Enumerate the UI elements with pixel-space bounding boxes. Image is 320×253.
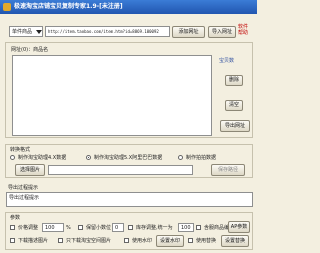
only-download-images-checkbox[interactable] bbox=[58, 238, 63, 243]
keep-decimal-checkbox[interactable] bbox=[78, 225, 83, 230]
stock-adjust-value: 100 bbox=[181, 225, 191, 231]
convert-format-panel: 转换格式 制作淘宝助理4.X数据 制作淘宝助理5.X阿里巴巴数据 制作拍拍数据 … bbox=[5, 144, 253, 178]
item-type-select[interactable]: 单件商品 bbox=[9, 26, 43, 37]
window-title: 极速淘宝店铺宝贝复制专家1.9-[未注册] bbox=[14, 3, 123, 10]
delete-button[interactable]: 删除 bbox=[225, 75, 243, 86]
export-log-label: 导出过程提示 bbox=[8, 185, 39, 191]
url-input[interactable]: http://item.taobao.com/item.htm?id=8869.… bbox=[45, 26, 170, 37]
price-adjust-checkbox[interactable] bbox=[10, 225, 15, 230]
url-list[interactable] bbox=[12, 55, 212, 136]
set-watermark-button[interactable]: 设置水印 bbox=[156, 235, 184, 247]
download-images-label: 下载描述图片 bbox=[18, 238, 49, 244]
convert-option-taobao4-label: 制作淘宝助理4.X数据 bbox=[18, 155, 67, 161]
use-replace-label: 使用替换 bbox=[196, 238, 217, 244]
export-url-button[interactable]: 导出网址 bbox=[220, 120, 250, 132]
stock-adjust-checkbox[interactable] bbox=[128, 225, 133, 230]
item-type-select-value: 单件商品 bbox=[12, 29, 33, 35]
percent-label: % bbox=[66, 225, 71, 231]
stock-adjust-label: 库存调整,统一为 bbox=[136, 225, 173, 231]
use-watermark-checkbox[interactable] bbox=[124, 238, 129, 243]
only-download-images-label: 只下载淘宝空间图片 bbox=[66, 238, 112, 244]
baby-count-label: 宝贝数 bbox=[219, 58, 235, 64]
price-adjust-value: 100 bbox=[45, 225, 55, 231]
params-label: 参数 bbox=[10, 215, 21, 221]
app-icon bbox=[3, 3, 11, 11]
url-list-header: 网址(0)：商品名 bbox=[11, 47, 49, 53]
convert-option-paipai-radio[interactable] bbox=[178, 155, 183, 160]
ap-params-button[interactable]: AP参数 bbox=[228, 221, 250, 233]
title-bar: 极速淘宝店铺宝贝复制专家1.9-[未注册] bbox=[0, 0, 257, 14]
price-adjust-input[interactable]: 100 bbox=[42, 223, 64, 232]
stock-adjust-input[interactable]: 100 bbox=[178, 223, 194, 232]
price-adjust-label: 价格调整 bbox=[18, 225, 39, 231]
url-list-panel: 网址(0)：商品名 宝贝数 删除 清空 导出网址 bbox=[5, 42, 253, 138]
keep-decimal-value: 0 bbox=[115, 225, 119, 231]
params-panel: 参数 价格调整 100 % 保留小数位 0 库存调整,统一为 100 含服商品编… bbox=[5, 212, 253, 250]
convert-format-label: 转换格式 bbox=[10, 147, 31, 153]
download-images-checkbox[interactable] bbox=[10, 238, 15, 243]
contains-product-code-checkbox[interactable] bbox=[196, 225, 201, 230]
app-window: 极速淘宝店铺宝贝复制专家1.9-[未注册] 单件商品 http://item.t… bbox=[0, 0, 257, 253]
import-url-button[interactable]: 导入网址 bbox=[208, 26, 236, 38]
convert-option-taobao4-radio[interactable] bbox=[10, 155, 15, 160]
clear-button[interactable]: 清空 bbox=[225, 100, 243, 111]
software-help-label: 软件帮助 bbox=[238, 24, 249, 36]
use-watermark-label: 使用水印 bbox=[132, 238, 153, 244]
convert-option-paipai-label: 制作拍拍数据 bbox=[186, 155, 217, 161]
url-input-value: http://item.taobao.com/item.htm?id=8869.… bbox=[48, 29, 159, 34]
software-help-link[interactable]: 软件帮助 bbox=[238, 24, 252, 36]
set-replace-button[interactable]: 设置替换 bbox=[221, 235, 249, 247]
save-path-input[interactable] bbox=[48, 165, 193, 175]
select-images-button[interactable]: 选择图片 bbox=[15, 164, 45, 176]
save-path-button[interactable]: 保存路径 bbox=[211, 164, 245, 176]
export-log-box: 导出过程提示 bbox=[6, 192, 253, 207]
export-log-line: 导出过程提示 bbox=[9, 195, 40, 201]
convert-option-taobao5-label: 制作淘宝助理5.X阿里巴巴数据 bbox=[94, 155, 163, 161]
keep-decimal-label: 保留小数位 bbox=[86, 225, 112, 231]
convert-option-taobao5-radio[interactable] bbox=[86, 155, 91, 160]
add-url-button[interactable]: 添加网址 bbox=[172, 26, 205, 38]
chevron-down-icon bbox=[36, 30, 42, 34]
use-replace-checkbox[interactable] bbox=[188, 238, 193, 243]
keep-decimal-input[interactable]: 0 bbox=[112, 223, 124, 232]
